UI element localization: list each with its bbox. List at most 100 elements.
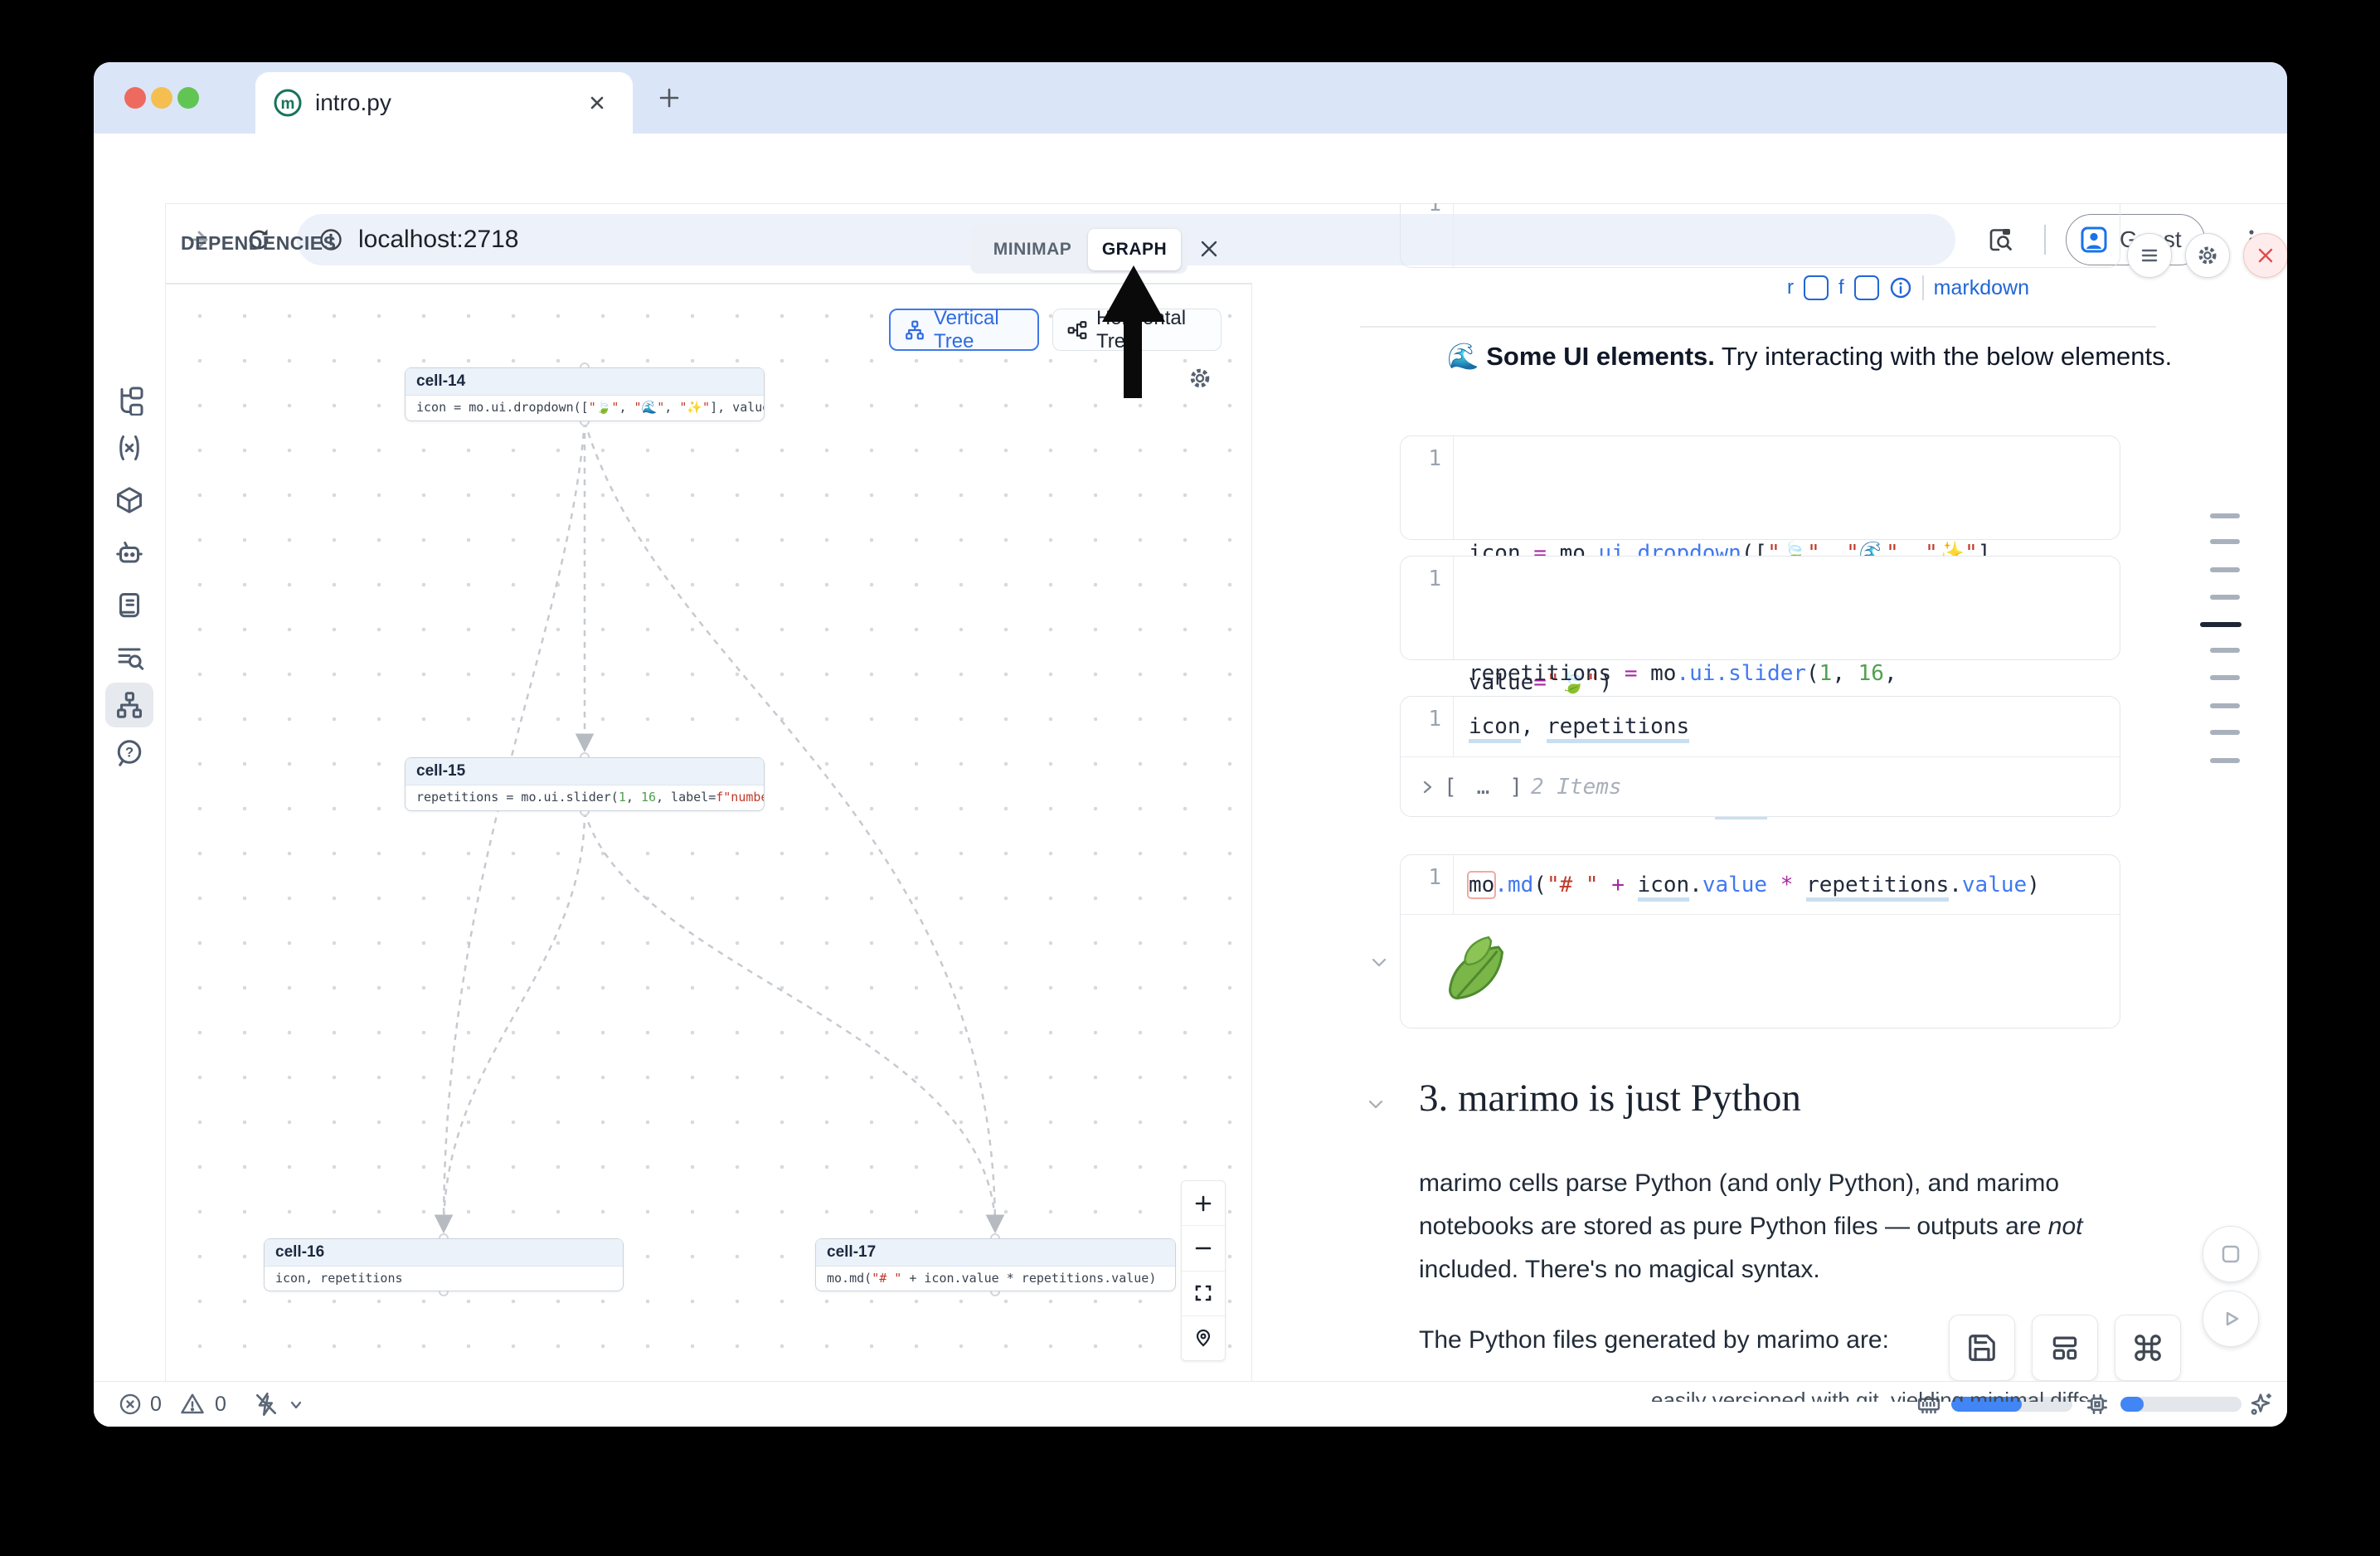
horizontal-tree-icon: [1066, 319, 1088, 341]
node-code: icon, repetitions: [265, 1267, 623, 1291]
minimap-dash[interactable]: [2210, 648, 2240, 653]
minimap-dash[interactable]: [2210, 567, 2240, 572]
zoom-in-button[interactable]: [1182, 1181, 1225, 1226]
graph-node-cell-17[interactable]: cell-17 mo.md("# " + icon.value * repeti…: [815, 1238, 1176, 1291]
variables-icon[interactable]: [114, 433, 144, 463]
format-toggle[interactable]: [1854, 275, 1879, 300]
vertical-tree-icon: [904, 319, 925, 341]
minimap-dash-active[interactable]: [2200, 622, 2242, 627]
graph-node-cell-16[interactable]: cell-16 icon, repetitions: [264, 1238, 624, 1291]
ai-assistant-icon[interactable]: [114, 537, 144, 566]
stop-kernel-button[interactable]: [2203, 1226, 2259, 1282]
svg-text:?: ?: [125, 746, 134, 761]
node-title: cell-17: [816, 1239, 1175, 1267]
tab-title: intro.py: [315, 72, 391, 134]
window-zoom-button[interactable]: [177, 87, 199, 109]
gear-icon: [2197, 245, 2218, 266]
minimap-dash[interactable]: [2210, 730, 2240, 735]
graph-node-cell-14[interactable]: cell-14 icon = mo.ui.dropdown(["🍃", "🌊",…: [405, 367, 765, 421]
output-ellipsis: …: [1465, 775, 1502, 800]
code-cell-dropdown[interactable]: 1 icon = mo.ui.dropdown(["🍃", "🌊", "✨"],…: [1400, 435, 2120, 540]
save-icon: [1966, 1332, 1998, 1364]
md-source-cell[interactable]: 1 **🌊 Some UI elements.** Try interactin…: [1400, 203, 2120, 268]
tuple-output-row[interactable]: [ … ] 2 Items: [1401, 757, 2120, 816]
line-number: 1: [1401, 855, 1454, 914]
new-tab-icon[interactable]: [656, 85, 682, 111]
fit-view-button[interactable]: [1182, 1272, 1225, 1316]
center-node-button[interactable]: [1182, 1316, 1225, 1360]
save-button[interactable]: [1949, 1315, 2015, 1381]
collapse-output-icon[interactable]: [1368, 951, 1390, 973]
run-all-button[interactable]: [2203, 1291, 2259, 1347]
autorun-disabled-icon[interactable]: [253, 1391, 279, 1417]
chevron-down-icon[interactable]: [288, 1397, 304, 1413]
notebook-settings-button[interactable]: [2185, 233, 2230, 278]
minimap-dash[interactable]: [2210, 675, 2240, 680]
section-heading: 3. marimo is just Python: [1419, 1076, 1801, 1121]
browser-tab-strip: m intro.py: [94, 62, 2287, 134]
line-number: 1: [1401, 697, 1454, 756]
ai-sparkle-icon[interactable]: [2246, 1390, 2275, 1418]
tab-close-icon[interactable]: [584, 90, 610, 116]
output-bracket-open: [: [1444, 775, 1457, 800]
graph-settings-icon[interactable]: [1188, 367, 1212, 390]
reactive-toggle-label: r: [1787, 276, 1794, 299]
layout-icon: [2049, 1332, 2081, 1364]
shutdown-button[interactable]: [2243, 233, 2287, 278]
window-minimize-button[interactable]: [151, 87, 172, 109]
footer-divider: [1922, 275, 1924, 300]
collapse-section-icon[interactable]: [1365, 1093, 1387, 1115]
expand-output-icon[interactable]: [1419, 779, 1435, 795]
vertical-tree-button[interactable]: Vertical Tree: [889, 309, 1039, 351]
panel-close-icon[interactable]: [1198, 238, 1220, 260]
errors-icon[interactable]: [119, 1393, 142, 1416]
warnings-icon[interactable]: [180, 1392, 205, 1417]
code-cell-tuple[interactable]: 1 icon, repetitions [ … ] 2 Items: [1400, 696, 2120, 817]
minimap-dash[interactable]: [2210, 513, 2240, 518]
search-icon[interactable]: [114, 642, 144, 672]
svg-text:m: m: [281, 95, 295, 113]
file-tree-icon[interactable]: [114, 386, 144, 416]
shortcuts-button[interactable]: [2115, 1315, 2181, 1381]
documentation-icon[interactable]: [114, 591, 144, 620]
browser-tab[interactable]: m intro.py: [255, 72, 633, 134]
line-number: 1: [1401, 557, 1454, 659]
layout-button[interactable]: [2032, 1315, 2098, 1381]
code-cell-slider[interactable]: 1 repetitions = mo.ui.slider(1, 16, labe…: [1400, 556, 2120, 660]
graph-node-cell-15[interactable]: cell-15 repetitions = mo.ui.slider(1, 16…: [405, 757, 765, 811]
output-item-count: 2 Items: [1531, 775, 1622, 800]
minimap-dash[interactable]: [2210, 539, 2240, 544]
code-cell-md[interactable]: 1 mo.md("# " + icon.value * repetitions.…: [1400, 854, 2120, 1028]
vertical-tree-label: Vertical Tree: [934, 307, 1024, 353]
dependency-graph-icon[interactable]: [114, 690, 144, 720]
browser-toolbar: localhost:2718 Guest: [94, 134, 2287, 204]
help-icon[interactable]: ?: [114, 738, 144, 768]
marimo-favicon: m: [273, 88, 303, 118]
marimo-sidebar: ?: [94, 203, 166, 1381]
zoom-out-button[interactable]: [1182, 1226, 1225, 1271]
dependency-graph-canvas[interactable]: cell-14 icon = mo.ui.dropdown(["🍃", "🌊",…: [166, 284, 1252, 1381]
node-title: cell-16: [265, 1239, 623, 1267]
warning-count: 0: [215, 1393, 226, 1417]
format-toggle-label: f: [1838, 276, 1844, 299]
window-close-button[interactable]: [124, 87, 146, 109]
minimap-dash[interactable]: [2210, 703, 2240, 708]
error-count: 0: [150, 1393, 162, 1417]
section-paragraph: marimo cells parse Python (and only Pyth…: [1419, 1162, 2115, 1291]
browser-window: m intro.py: [94, 62, 2287, 1427]
screenshot-stage: m intro.py: [0, 0, 2380, 1556]
graph-zoom-controls: [1181, 1180, 1226, 1361]
line-number: 1: [1401, 203, 1454, 267]
minimap-dash[interactable]: [2210, 595, 2240, 600]
reactive-toggle[interactable]: [1804, 275, 1829, 300]
tab-minimap[interactable]: MINIMAP: [977, 229, 1088, 270]
minimap-dash[interactable]: [2210, 758, 2240, 763]
md-cell-footer: r f markdown: [1400, 271, 2120, 304]
cell-language-label[interactable]: markdown: [1934, 276, 2029, 300]
url-text: localhost:2718: [358, 214, 518, 265]
notebook-menu-button[interactable]: [2127, 233, 2172, 278]
cell-info-icon[interactable]: [1889, 276, 1912, 299]
stop-icon: [2218, 1242, 2243, 1267]
node-code: repetitions = mo.ui.slider(1, 16, label=…: [406, 785, 764, 810]
packages-icon[interactable]: [114, 485, 144, 515]
